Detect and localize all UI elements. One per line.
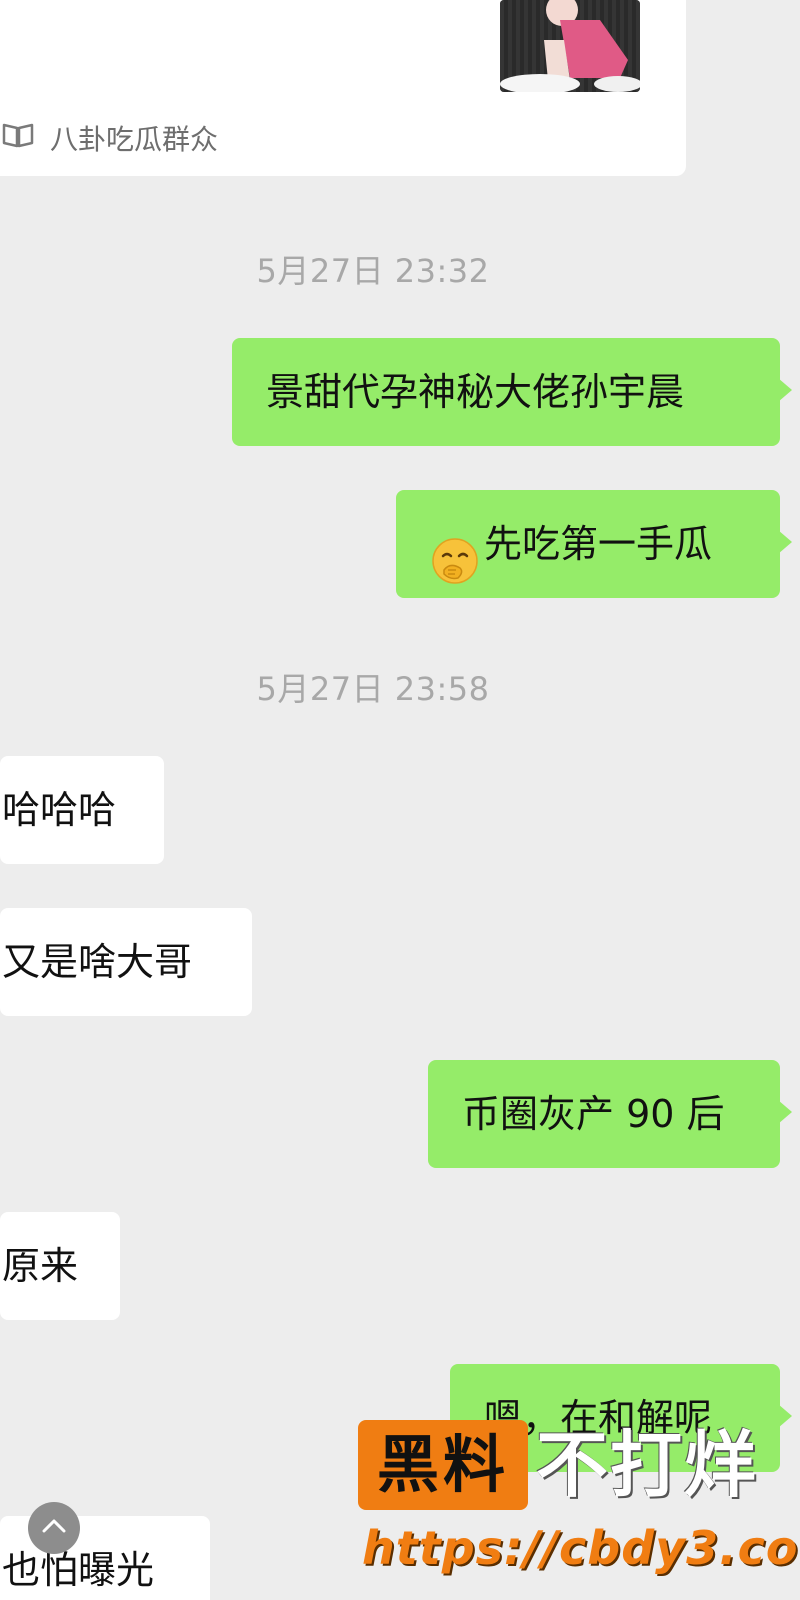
- message-bubble-incoming[interactable]: 哈哈哈: [0, 756, 164, 864]
- timestamp: 5月27日 23:58: [256, 670, 490, 708]
- message-text: 原来: [2, 1244, 79, 1288]
- watermark-overlay: 黑料 不打烊 https://cbdy3.com: [358, 1420, 800, 1590]
- watermark-url: https://cbdy3.com: [362, 1521, 800, 1575]
- message-bubble-outgoing[interactable]: 景甜代孕神秘大佬孙宇晨: [232, 338, 792, 446]
- message-text: 币圈灰产 90 后: [462, 1092, 725, 1136]
- watermark-badge: 黑料: [358, 1420, 528, 1510]
- chat-screen: 八卦吃瓜群众 5月27日 23:32 景甜代孕神秘大佬孙宇晨 先吃第一手瓜 5月…: [0, 0, 800, 1600]
- scroll-up-button[interactable]: [28, 1502, 80, 1554]
- message-bubble-incoming[interactable]: 又是啥大哥: [0, 908, 252, 1016]
- timestamp: 5月27日 23:32: [256, 252, 490, 290]
- watermark-text: 不打烊: [536, 1423, 759, 1507]
- message-bubble-incoming[interactable]: 原来: [0, 1212, 120, 1320]
- message-text: 又是啥大哥: [2, 940, 193, 984]
- message-text: 哈哈哈: [2, 788, 117, 832]
- message-text: 景甜代孕神秘大佬孙宇晨: [266, 370, 685, 414]
- shared-article-card[interactable]: 八卦吃瓜群众: [0, 0, 686, 176]
- article-thumbnail: [500, 0, 640, 92]
- book-open-icon: [0, 116, 36, 159]
- chevron-up-icon: [41, 1517, 67, 1539]
- article-source: 八卦吃瓜群众: [0, 116, 218, 159]
- message-text: 也怕曝光: [2, 1548, 155, 1592]
- message-bubble-outgoing[interactable]: 币圈灰产 90 后: [428, 1060, 792, 1168]
- article-source-name: 八卦吃瓜群众: [50, 122, 219, 156]
- face-with-hand-over-mouth-icon: [430, 519, 480, 584]
- message-bubble-outgoing[interactable]: 先吃第一手瓜: [396, 490, 792, 598]
- message-text: 先吃第一手瓜: [484, 522, 713, 566]
